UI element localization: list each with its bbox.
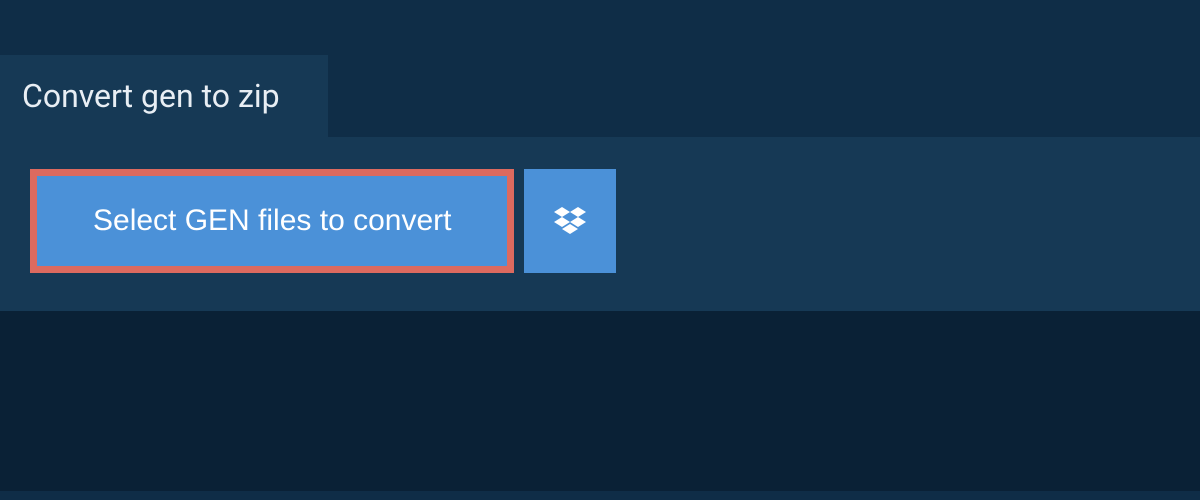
select-button-highlight: Select GEN files to convert	[30, 169, 514, 273]
select-files-button[interactable]: Select GEN files to convert	[37, 176, 507, 266]
dropbox-icon	[554, 207, 586, 235]
dropbox-button[interactable]	[524, 169, 616, 273]
tab-title: Convert gen to zip	[22, 77, 280, 115]
button-row: Select GEN files to convert	[30, 169, 1170, 273]
tab-header: Convert gen to zip	[0, 55, 328, 137]
conversion-panel: Select GEN files to convert	[0, 137, 1200, 311]
bottom-area	[0, 311, 1200, 491]
